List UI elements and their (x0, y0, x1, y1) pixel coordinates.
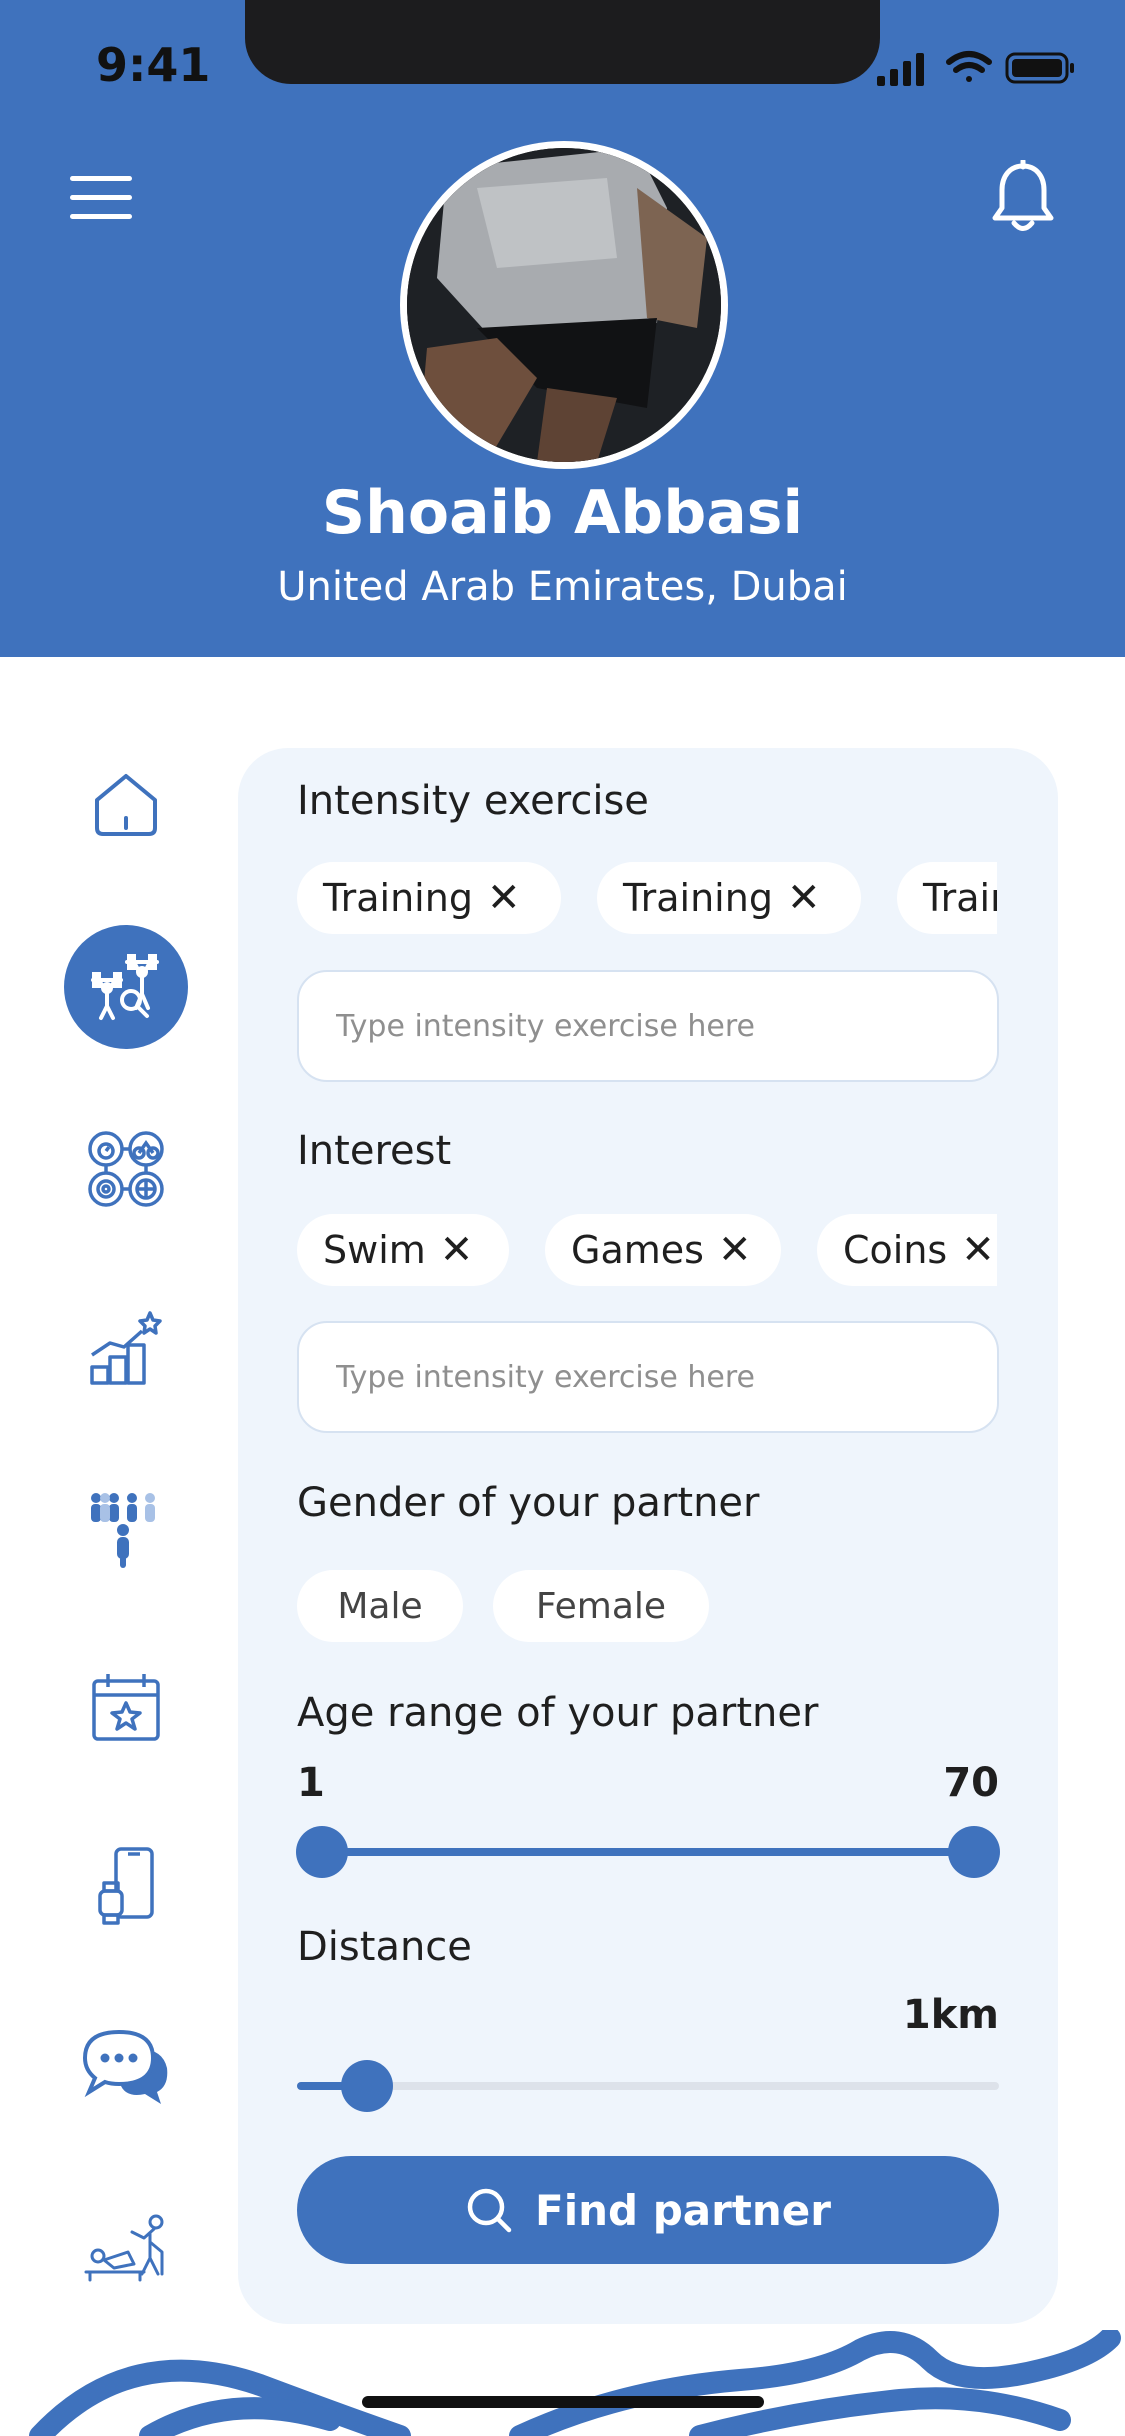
progress-chart-icon (90, 1311, 162, 1385)
interest-input-box (297, 1321, 999, 1433)
interest-input[interactable] (299, 1323, 997, 1431)
nav-progress[interactable] (64, 1287, 188, 1411)
tag-chip[interactable]: Swim ✕ (297, 1214, 509, 1286)
age-range-track (322, 1848, 974, 1856)
cellular-signal-icon (877, 53, 924, 86)
status-time: 9:41 (96, 38, 211, 92)
nav-community[interactable] (64, 1468, 188, 1592)
profile-header: 9:41 Shoaib Abbasi United Arab Emirates,… (0, 0, 1125, 657)
age-min-thumb[interactable] (296, 1826, 348, 1878)
community-group-icon (91, 1493, 155, 1568)
gender-title: Gender of your partner (297, 1480, 760, 1526)
nav-chat[interactable] (64, 2006, 188, 2130)
calendar-star-icon (92, 1674, 160, 1741)
device-notch (245, 0, 880, 84)
tag-chip[interactable]: Games ✕ (545, 1214, 781, 1286)
age-max-value: 70 (943, 1760, 999, 1806)
nav-home[interactable] (64, 743, 188, 867)
tag-chip[interactable]: Training✕ (597, 862, 861, 934)
avatar-photo (407, 148, 721, 462)
age-max-thumb[interactable] (948, 1826, 1000, 1878)
nav-calendar[interactable] (64, 1645, 188, 1769)
distance-value: 1km (902, 1992, 999, 2038)
find-partner-button[interactable]: Find partner (297, 2156, 999, 2264)
nav-physio[interactable] (64, 2186, 188, 2310)
menu-button[interactable] (70, 176, 132, 220)
avatar[interactable] (407, 148, 721, 462)
age-min-value: 1 (297, 1760, 325, 1806)
close-icon[interactable]: ✕ (961, 1230, 995, 1270)
intensity-input-box (297, 970, 999, 1082)
distance-thumb[interactable] (341, 2060, 394, 2112)
intensity-title: Intensity exercise (297, 778, 649, 824)
status-icons (877, 51, 1074, 86)
weightlifting-icon (91, 954, 159, 1020)
distance-track (297, 2082, 999, 2090)
gender-option-male[interactable]: Male (297, 1570, 463, 1642)
gender-options: Male Female (297, 1570, 997, 1646)
nav-sports[interactable] (64, 1107, 188, 1231)
partner-search-card: Intensity exercise Training ✕ Training ✕ T… (238, 748, 1058, 2324)
nav-devices[interactable] (64, 1825, 188, 1949)
chat-bubbles-icon (82, 2029, 168, 2104)
close-icon[interactable]: ✕ (487, 878, 521, 918)
nav-workout[interactable] (64, 925, 188, 1049)
tag-chip[interactable]: Training✕ (897, 862, 997, 934)
decorative-waves (29, 2330, 1121, 2436)
profile-name: Shoaib Abbasi (321, 478, 804, 548)
bell-icon[interactable] (990, 160, 1056, 236)
intensity-input[interactable] (299, 972, 997, 1080)
intensity-tags: Training✕ Training✕ Training✕ (297, 862, 997, 934)
hamburger-menu-icon (70, 176, 132, 181)
tag-chip[interactable]: Training✕ (297, 862, 561, 934)
profile-location: United Arab Emirates, Dubai (277, 564, 848, 610)
sports-activities-icon (88, 1131, 164, 1207)
tag-chip[interactable]: Coins ✕ (817, 1214, 997, 1286)
interest-tags: Swim ✕ Games ✕ Coins ✕ (297, 1214, 997, 1286)
age-range-title: Age range of your partner (297, 1690, 819, 1736)
search-icon (467, 2188, 512, 2233)
interest-title: Interest (297, 1128, 452, 1174)
home-icon (95, 774, 157, 836)
distance-title: Distance (297, 1924, 472, 1970)
gender-option-female[interactable]: Female (493, 1570, 709, 1642)
physiotherapy-icon (84, 2214, 164, 2282)
wifi-icon (946, 51, 992, 82)
battery-icon (1005, 52, 1074, 84)
close-icon[interactable]: ✕ (787, 878, 821, 918)
close-icon[interactable]: ✕ (440, 1230, 474, 1270)
phone-watch-icon (98, 1847, 154, 1925)
home-indicator (362, 2396, 764, 2408)
close-icon[interactable]: ✕ (718, 1230, 752, 1270)
